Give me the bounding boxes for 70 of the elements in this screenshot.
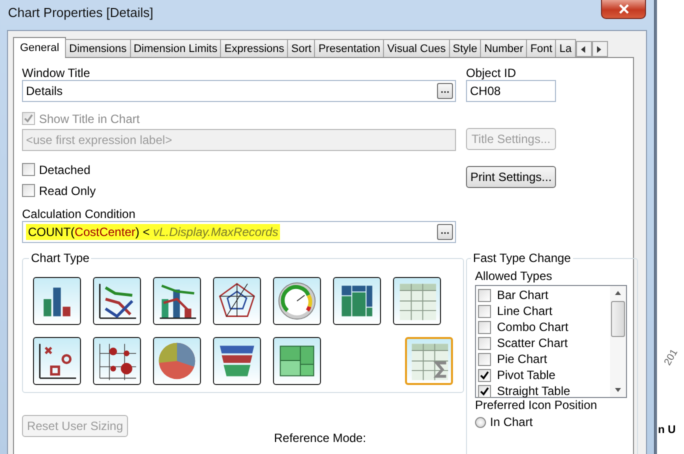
checkbox[interactable] [478,320,491,334]
field-label: Preferred Icon Position [475,398,598,412]
scatter-chart-icon[interactable] [33,337,81,385]
tab[interactable]: Presentation [314,39,384,57]
checkbox-label: Detached [39,162,90,176]
block-chart-icon[interactable] [273,337,321,385]
list-item-label: Scatter Chart [497,336,568,350]
tab[interactable]: Sort [287,39,316,57]
radio-label: In Chart [490,415,533,429]
mekko-chart-icon[interactable] [333,277,381,325]
window-title-field[interactable]: Details [22,80,456,102]
checkbox[interactable] [22,184,35,197]
tab[interactable]: Font [526,39,556,57]
pivot-chart-icon[interactable] [393,277,441,325]
checkbox[interactable] [478,336,491,350]
scroll-down-icon[interactable] [615,388,621,392]
tab[interactable]: Dimensions [65,39,131,57]
list-item-label: Line Chart [497,304,552,318]
line-chart-icon[interactable] [93,277,141,325]
column-header: n U [658,424,676,436]
gauge-chart-icon[interactable] [273,277,321,325]
list-item-label: Bar Chart [497,288,548,302]
group-title: Chart Type [30,251,90,265]
field-label: Object ID [466,66,518,80]
tab[interactable]: Number [480,39,528,57]
close-icon [618,4,628,14]
group-title: Fast Type Change [472,251,572,265]
browse-button[interactable] [437,83,453,99]
radar-chart-icon[interactable] [213,277,261,325]
print-settings-button[interactable]: Print Settings... [466,166,556,188]
checkbox[interactable] [478,288,491,302]
scroll-left-icon[interactable] [576,41,592,57]
tab[interactable]: Visual Cues [383,39,450,57]
straight-chart-icon[interactable] [405,337,453,385]
list-item-label: Pie Chart [497,352,548,366]
list-label: Allowed Types [475,269,552,283]
radio-button[interactable] [475,416,486,428]
tab[interactable]: Expressions [220,39,288,57]
checkbox[interactable] [478,384,491,398]
scrollbar[interactable] [610,286,626,397]
tab[interactable]: La [555,39,576,57]
grid-chart-icon[interactable] [93,337,141,385]
field-label: Calculation Condition [22,207,136,221]
checkbox[interactable] [478,304,491,318]
tab[interactable]: Dimension Limits [130,39,222,57]
pie-chart-icon[interactable] [153,337,201,385]
funnel-chart-icon[interactable] [213,337,261,385]
calculation-condition-field[interactable]: COUNT(CostCenter) < vL.Display.MaxRecords [22,221,456,243]
tab[interactable]: General [13,37,66,58]
scroll-right-icon[interactable] [592,41,608,57]
bar-chart-icon[interactable] [33,277,81,325]
checkbox-label: Show Title in Chart [39,112,140,126]
window-title: Chart Properties [Details] [8,5,154,20]
browse-button[interactable] [437,224,453,240]
checkbox[interactable] [22,163,35,176]
combo-chart-icon[interactable] [153,277,201,325]
list-item-label: Combo Chart [497,320,568,334]
list-item-label: Straight Table [497,384,570,398]
close-button[interactable] [601,0,646,19]
checkbox[interactable] [478,352,491,366]
checkbox[interactable] [478,368,491,382]
field-label: Window Title [22,66,92,80]
tab[interactable]: Style [448,39,482,57]
list-item-label: Pivot Table [497,368,556,382]
axis-label: 201 [662,348,680,368]
expression-text: COUNT(CostCenter) < vL.Display.MaxRecords [26,224,280,240]
field-label: Reference Mode: [274,431,366,445]
object-id-field[interactable]: CH08 [466,80,556,102]
scroll-up-icon[interactable] [615,291,621,295]
checkbox-label: Read Only [39,184,96,198]
